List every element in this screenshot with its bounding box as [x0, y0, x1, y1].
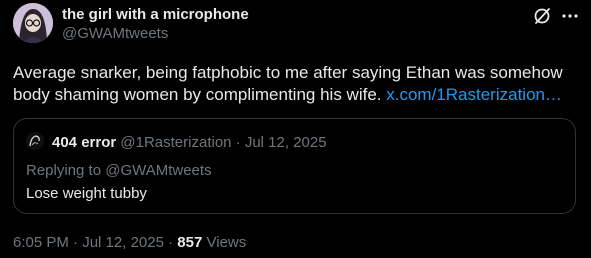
author-avatar[interactable]	[13, 3, 53, 43]
quote-separator: ·	[235, 134, 241, 151]
tweet-text: Average snarker, being fatphobic to me a…	[13, 62, 583, 106]
quote-author-name[interactable]: 404 error	[52, 134, 116, 151]
tweet-link[interactable]: x.com/1Rasterization…	[386, 85, 562, 104]
more-icon[interactable]	[559, 5, 581, 27]
grok-icon[interactable]	[531, 5, 553, 27]
quote-author-handle[interactable]: @1Rasterization	[120, 134, 231, 151]
views-label[interactable]: Views	[207, 234, 247, 251]
author-name-row[interactable]: the girl with a microphone	[62, 6, 249, 24]
author-handle[interactable]: @GWAMtweets	[62, 25, 168, 42]
quote-avatar-illustration	[26, 132, 44, 150]
quote-text: Lose weight tubby	[26, 185, 147, 202]
avatar-illustration	[13, 3, 53, 43]
views-count[interactable]: 857	[177, 234, 202, 251]
quote-replying-to-label: Replying to	[26, 162, 102, 179]
quote-header: 404 error @1Rasterization · Jul 12, 2025	[52, 134, 327, 151]
tweet-metadata: 6:05 PM · Jul 12, 2025 · 857 Views	[13, 234, 246, 251]
author-display-name[interactable]: the girl with a microphone	[62, 6, 249, 23]
quote-date[interactable]: Jul 12, 2025	[245, 134, 327, 151]
quote-replying-to: Replying to @GWAMtweets	[26, 162, 212, 179]
footer-separator: ·	[73, 234, 79, 251]
footer-separator: ·	[168, 234, 174, 251]
tweet-time[interactable]: 6:05 PM	[13, 234, 69, 251]
quote-replying-to-handle[interactable]: @GWAMtweets	[105, 162, 211, 179]
quote-author-avatar[interactable]	[26, 132, 44, 150]
tweet-date[interactable]: Jul 12, 2025	[82, 234, 164, 251]
quote-tweet-card[interactable]: 404 error @1Rasterization · Jul 12, 2025…	[13, 118, 576, 214]
